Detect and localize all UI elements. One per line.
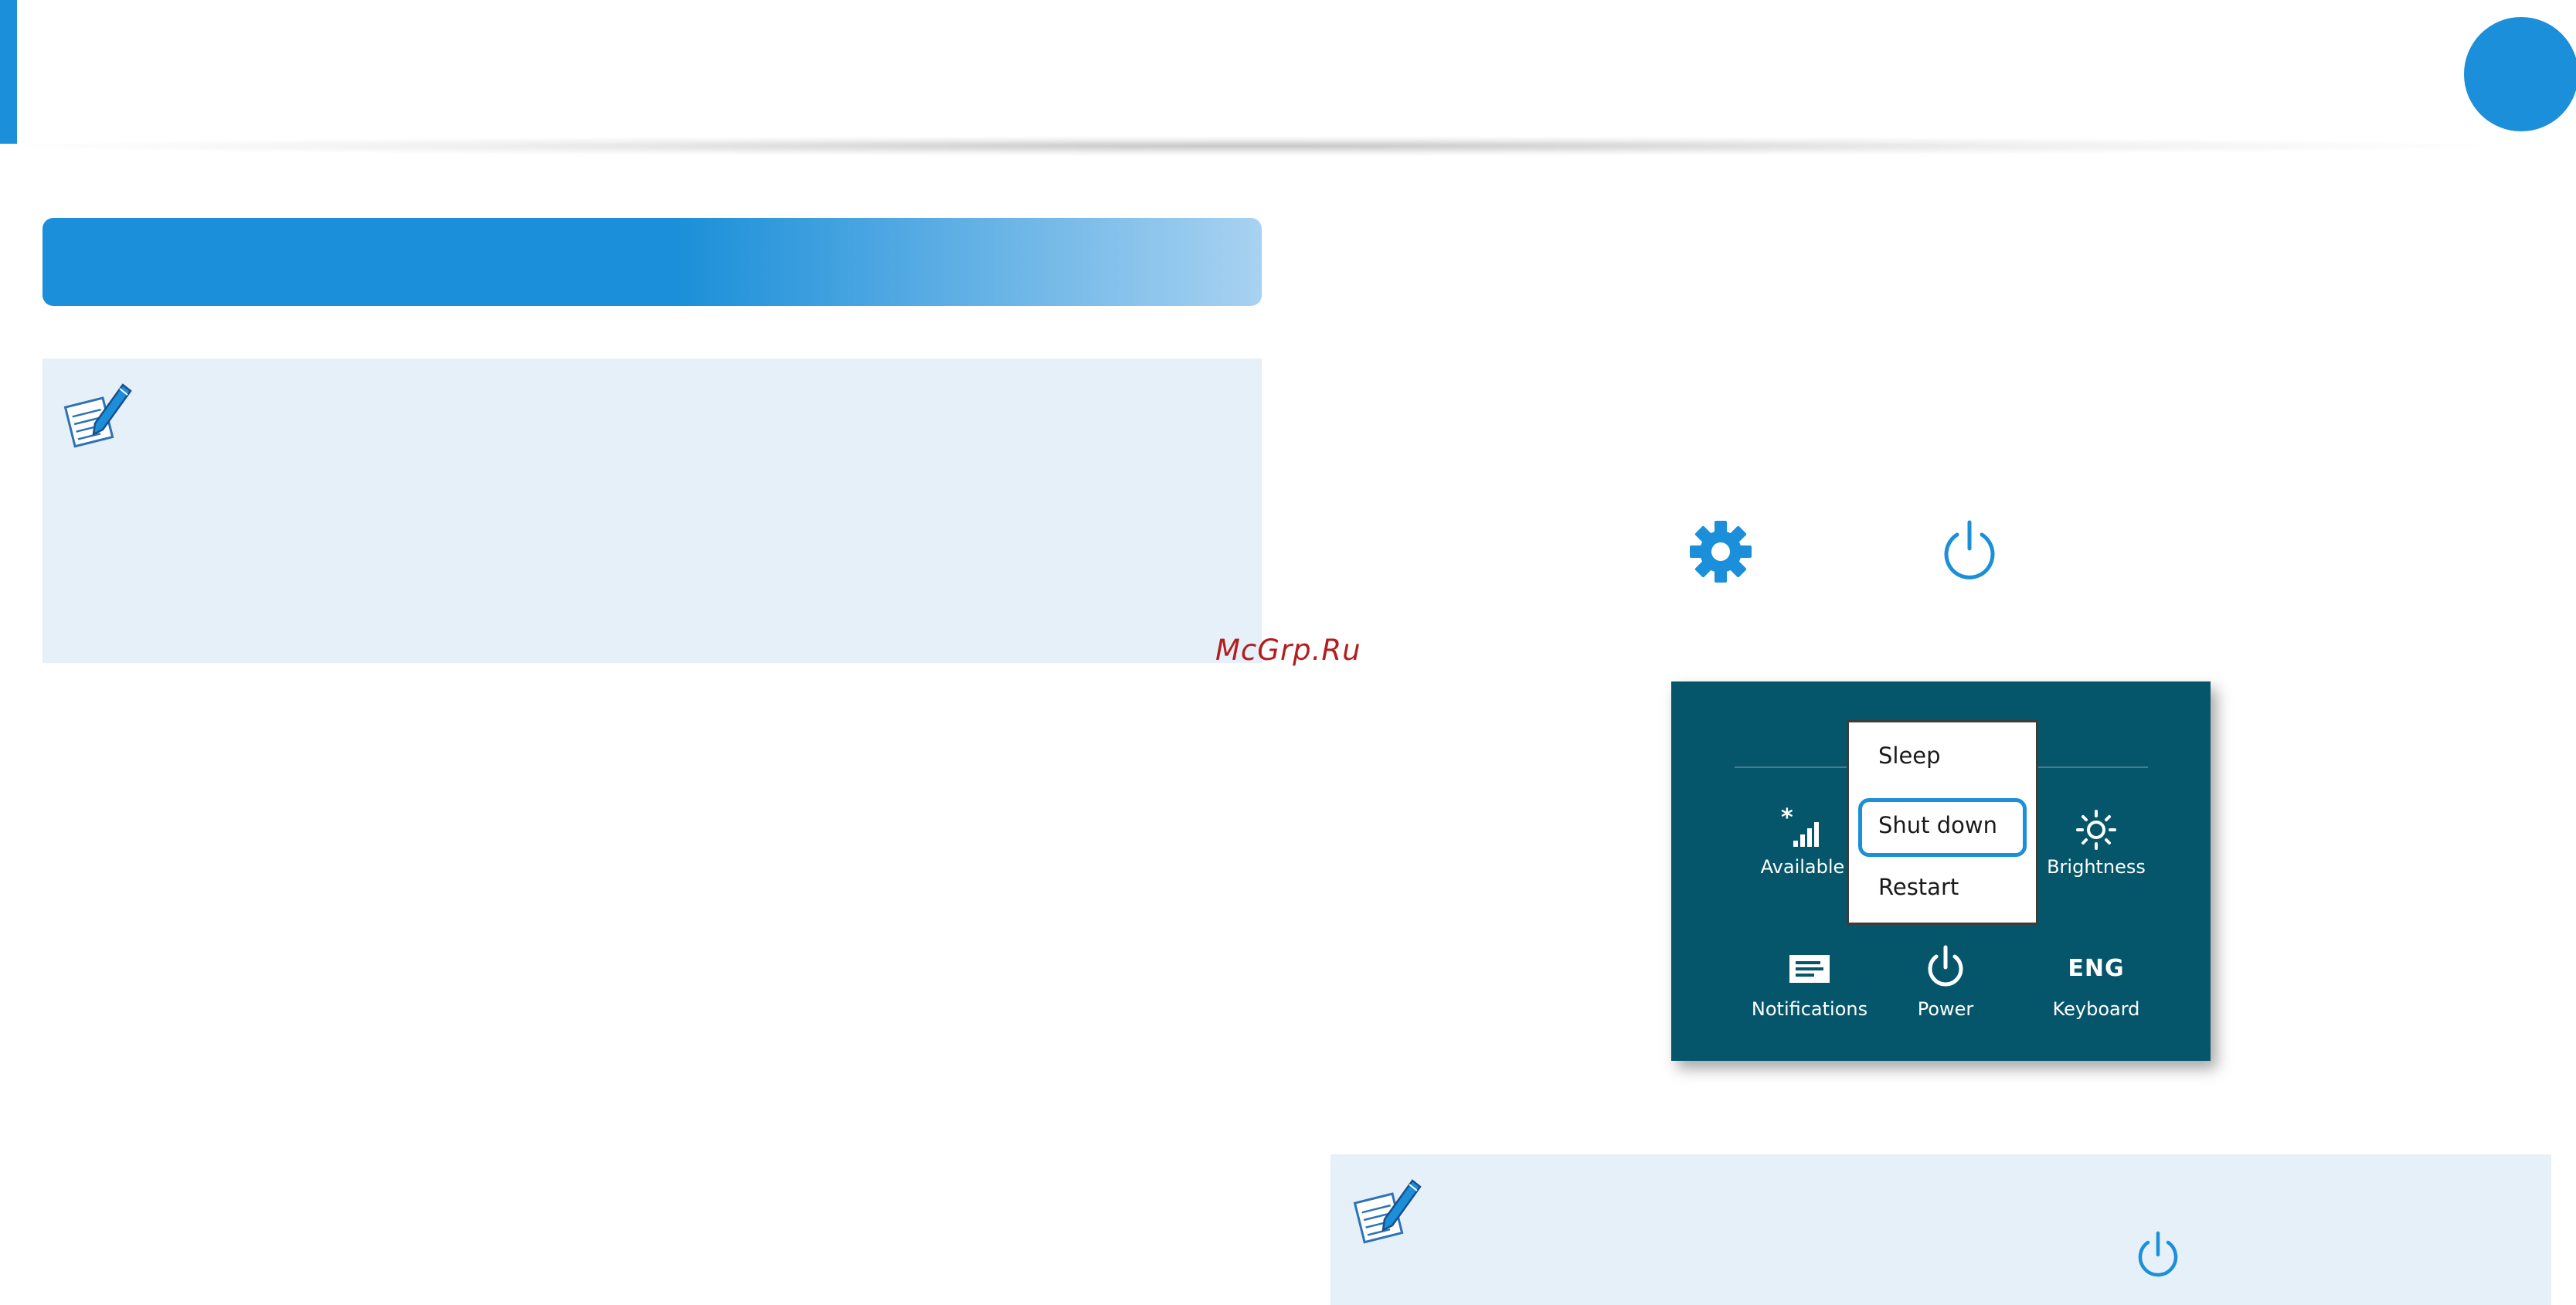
tile-keyboard[interactable]: ENG Keyboard <box>2034 949 2158 1020</box>
menu-item-shut-down[interactable]: Shut down <box>1849 812 2036 843</box>
note-box-left <box>42 359 1262 663</box>
menu-item-label: Shut down <box>1878 812 1998 838</box>
page-marker-circle <box>2464 17 2576 131</box>
power-icon <box>2138 1231 2178 1277</box>
panel-divider <box>1735 766 1847 768</box>
menu-item-restart[interactable]: Restart <box>1849 874 2036 905</box>
gear-icon <box>1690 521 1752 583</box>
tile-power[interactable]: Power <box>1899 944 1992 1020</box>
tile-label-brightness: Brightness <box>2047 856 2146 878</box>
power-icon <box>1928 945 1963 987</box>
menu-item-label: Sleep <box>1878 743 1941 769</box>
section-title-banner <box>42 218 1262 306</box>
header-divider <box>23 136 2480 156</box>
power-icon <box>1944 520 1995 579</box>
tile-available[interactable]: * Available <box>1756 807 1849 878</box>
svg-text:*: * <box>1781 807 1793 831</box>
settings-panel-screenshot: * Available Brightness Notifications Pow… <box>1671 681 2211 1061</box>
tile-label-power: Power <box>1917 998 1974 1020</box>
watermark-text: McGrp.Ru <box>1215 634 1361 667</box>
tile-label-notifications: Notifications <box>1751 998 1868 1020</box>
tile-notifications[interactable]: Notifications <box>1741 949 1878 1020</box>
note-box-right <box>1330 1154 2551 1305</box>
notifications-icon <box>1789 955 1830 983</box>
network-signal-icon: * <box>1781 807 1819 847</box>
panel-divider <box>2038 766 2148 768</box>
brightness-icon <box>2076 810 2116 850</box>
power-menu: Sleep Shut down Restart <box>1847 720 2038 925</box>
tile-label-keyboard: Keyboard <box>2052 998 2140 1020</box>
tile-brightness[interactable]: Brightness <box>2034 807 2158 878</box>
keyboard-icon: ENG <box>2068 955 2125 982</box>
left-accent-bar <box>0 0 17 144</box>
note-pencil-icon <box>63 383 132 448</box>
note-pencil-icon <box>1353 1179 1422 1244</box>
menu-item-sleep[interactable]: Sleep <box>1849 743 2036 773</box>
tile-label-available: Available <box>1760 856 1845 878</box>
menu-item-label: Restart <box>1878 874 1959 900</box>
